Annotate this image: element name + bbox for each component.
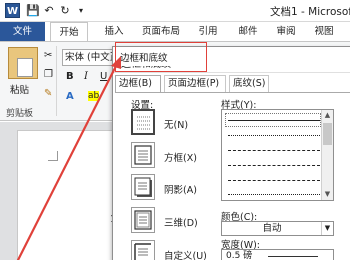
tab-divider (115, 92, 350, 93)
preset-box-label: 方框(X) (164, 153, 197, 164)
style-list[interactable]: ▲ ▼ (221, 109, 334, 201)
preset-shadow[interactable]: 阴影(A) (131, 174, 209, 204)
italic-button[interactable]: I (84, 71, 88, 82)
crop-mark (48, 151, 58, 161)
width-value: 0.5 磅 (226, 251, 253, 260)
group-separator (56, 46, 57, 116)
style-option-solid[interactable] (228, 120, 320, 121)
tab-insert[interactable]: 插入 (96, 22, 132, 41)
tab-shading[interactable]: 底纹(S) (229, 75, 269, 92)
tab-review[interactable]: 审阅 (268, 22, 304, 41)
style-list-scrollbar[interactable]: ▲ ▼ (321, 110, 333, 200)
save-icon[interactable]: 💾 (26, 3, 40, 19)
undo-icon[interactable]: ↶ (42, 3, 56, 19)
title-bar: W 💾 ↶ ↻ ▾ 文档1 - Microsoft (0, 0, 350, 22)
style-option-dashed[interactable] (228, 150, 320, 151)
cut-icon[interactable]: ✂ (44, 50, 52, 61)
preset-custom-label: 自定义(U) (164, 251, 207, 260)
underline-button[interactable]: U (100, 71, 107, 82)
borders-shading-dialog: 边框和底纹 边框(B) 页面边框(P) 底纹(S) 设置: 无(N) 方框(X)… (112, 46, 350, 260)
tab-page-border[interactable]: 页面边框(P) (164, 75, 226, 92)
window-title: 文档1 - Microsoft (270, 6, 350, 18)
paste-icon[interactable] (8, 47, 38, 79)
tab-references[interactable]: 引用 (190, 22, 226, 41)
paste-button-label[interactable]: 粘贴 (10, 82, 29, 96)
highlight-button[interactable]: ab (88, 91, 100, 101)
preset-box-icon (131, 142, 155, 168)
color-value: 自动 (262, 223, 282, 234)
tab-view[interactable]: 视图 (306, 22, 342, 41)
tab-page-layout[interactable]: 页面布局 (135, 22, 187, 41)
dialog-title-highlight: 边框和底纹 (117, 51, 171, 66)
preset-3d-label: 三维(D) (164, 218, 198, 229)
tab-border[interactable]: 边框(B) (115, 75, 161, 92)
preset-3d-icon (131, 207, 155, 233)
ribbon-tabs: 文件 开始 插入 页面布局 引用 邮件 审阅 视图 (0, 22, 350, 41)
copy-icon[interactable]: ❐ (44, 69, 53, 80)
style-option-dash-dot-dot[interactable] (228, 194, 320, 195)
word-app-icon[interactable]: W (5, 3, 20, 18)
preset-none[interactable]: 无(N) (131, 109, 209, 139)
redo-icon[interactable]: ↻ (58, 3, 72, 19)
color-select[interactable]: 自动 ▼ (221, 221, 334, 236)
preset-custom-icon (131, 240, 155, 260)
width-select[interactable]: 0.5 磅 (221, 249, 334, 260)
preset-none-icon (131, 109, 155, 135)
format-painter-icon[interactable]: ✎ (44, 88, 52, 99)
clipboard-group-label: 剪贴板 (6, 109, 34, 119)
style-option-dotted[interactable] (228, 135, 320, 136)
preset-none-label: 无(N) (164, 120, 189, 131)
bold-button[interactable]: B (66, 71, 74, 82)
scroll-up-icon[interactable]: ▲ (322, 110, 333, 121)
preset-3d[interactable]: 三维(D) (131, 207, 209, 237)
scroll-thumb[interactable] (323, 123, 332, 145)
chevron-down-icon[interactable]: ▼ (321, 222, 333, 235)
customize-qat-icon[interactable]: ▾ (74, 3, 88, 19)
preset-custom[interactable]: 自定义(U) (131, 240, 209, 260)
tab-file[interactable]: 文件 (0, 22, 45, 41)
font-name-select[interactable]: 宋体 (中文正 (62, 49, 118, 66)
preset-shadow-icon (131, 174, 155, 200)
preset-shadow-label: 阴影(A) (164, 185, 197, 196)
width-preview-line (268, 256, 318, 257)
tab-home[interactable]: 开始 (50, 22, 88, 41)
style-option-long-dash[interactable] (228, 165, 320, 166)
style-option-dash-dot[interactable] (228, 180, 320, 181)
text-effect-button[interactable]: A (66, 91, 74, 102)
tab-mailings[interactable]: 邮件 (230, 22, 266, 41)
preset-box[interactable]: 方框(X) (131, 142, 209, 172)
scroll-down-icon[interactable]: ▼ (322, 189, 333, 200)
